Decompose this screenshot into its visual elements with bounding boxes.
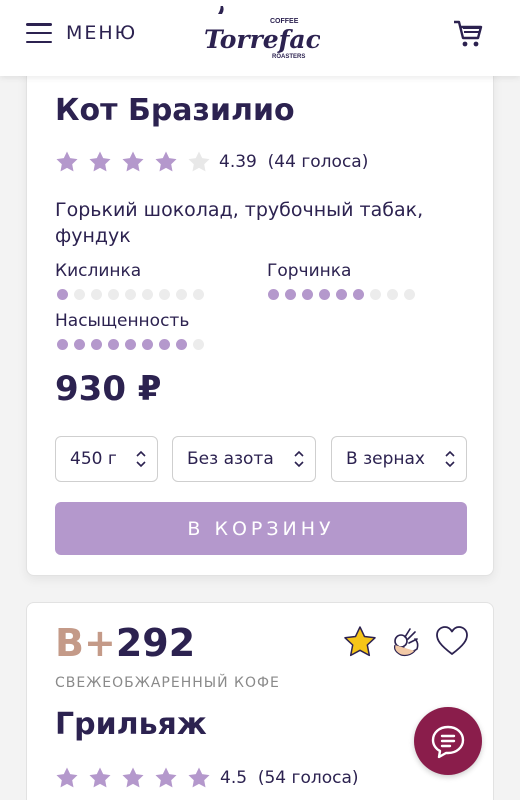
level-dot [159, 289, 170, 300]
star-icon[interactable] [121, 150, 145, 174]
rating-value: 4.39 (44 голоса) [219, 152, 369, 172]
level-dot [91, 339, 102, 350]
product-description: Горький шоколад, трубочный табак, фундук [55, 199, 424, 247]
menu-label: МЕНЮ [66, 22, 138, 44]
torrefacto-logo[interactable]: COFFEE Torrefacto ROASTERS [200, 6, 320, 66]
level-dot [125, 289, 136, 300]
weight-select[interactable]: 450 г [55, 436, 158, 482]
grind-select[interactable]: В зернах [331, 436, 467, 482]
level-dot [176, 339, 187, 350]
star-icon[interactable] [55, 150, 79, 174]
product-card-2: В+292 СВЕЖЕОБЖАРЕННЫЙ КОФЕ Грильяж 4.5 (… [26, 602, 494, 800]
level-dot [142, 289, 153, 300]
level-dot [268, 289, 279, 300]
level-dot [91, 289, 102, 300]
star-icon[interactable] [88, 766, 112, 790]
rating-stars[interactable] [55, 150, 211, 174]
rating-value: 4.5 (54 голоса) [220, 768, 359, 788]
bonus-badge: В+292 [55, 621, 196, 665]
menu-icon [26, 23, 52, 43]
star-badge-icon[interactable] [343, 625, 377, 659]
level-dot [193, 339, 204, 350]
level-dot [159, 339, 170, 350]
select-arrows-icon [136, 450, 146, 468]
select-arrows-icon [445, 450, 455, 468]
level-dot [302, 289, 313, 300]
nitrogen-select[interactable]: Без азота [172, 436, 316, 482]
cart-icon[interactable] [452, 18, 484, 50]
chat-icon [431, 725, 465, 759]
level-dot [319, 289, 330, 300]
level-dot [285, 289, 296, 300]
level-dot [57, 289, 68, 300]
param-body-label: Насыщенность [55, 311, 190, 331]
star-icon[interactable] [88, 150, 112, 174]
param-acidity-label: Кислинка [55, 261, 142, 281]
add-to-cart-button[interactable]: В КОРЗИНУ [55, 502, 467, 555]
grind-select-value: В зернах [346, 449, 425, 469]
product-title: Грильяж [55, 707, 207, 742]
svg-text:COFFEE: COFFEE [270, 18, 299, 25]
param-acidity-dots [57, 289, 204, 300]
heart-icon[interactable] [435, 625, 469, 659]
header: МЕНЮ COFFEE Torrefacto ROASTERS [0, 0, 520, 76]
star-icon[interactable] [187, 150, 211, 174]
level-dot [353, 289, 364, 300]
level-dot [387, 289, 398, 300]
menu-button[interactable]: МЕНЮ [26, 22, 137, 44]
product-price: 930 ₽ [55, 369, 162, 409]
level-dot [176, 289, 187, 300]
star-icon[interactable] [121, 766, 145, 790]
product-card-1: Кот Бразилио 4.39 (44 голоса) Горький шо… [26, 56, 494, 576]
level-dot [74, 339, 85, 350]
level-dot [57, 339, 68, 350]
star-icon[interactable] [154, 150, 178, 174]
svg-text:ROASTERS: ROASTERS [272, 54, 305, 60]
level-dot [108, 289, 119, 300]
weight-select-value: 450 г [70, 449, 117, 469]
ok-hand-icon[interactable] [389, 625, 423, 659]
chat-button[interactable] [414, 707, 482, 775]
svg-text:Torrefacto: Torrefacto [204, 25, 320, 54]
param-bitterness-label: Горчинка [267, 261, 352, 281]
rating-stars[interactable] [55, 766, 211, 790]
level-dot [74, 289, 85, 300]
param-body-dots [57, 339, 204, 350]
level-dot [404, 289, 415, 300]
level-dot [370, 289, 381, 300]
level-dot [193, 289, 204, 300]
star-icon[interactable] [154, 766, 178, 790]
product-subtitle: СВЕЖЕОБЖАРЕННЫЙ КОФЕ [55, 675, 280, 691]
level-dot [336, 289, 347, 300]
param-bitterness-dots [268, 289, 415, 300]
product-title: Кот Бразилио [55, 93, 295, 128]
star-icon[interactable] [55, 766, 79, 790]
select-arrows-icon [294, 450, 304, 468]
level-dot [125, 339, 136, 350]
level-dot [142, 339, 153, 350]
level-dot [108, 339, 119, 350]
nitrogen-select-value: Без азота [187, 449, 274, 469]
star-icon[interactable] [187, 766, 211, 790]
